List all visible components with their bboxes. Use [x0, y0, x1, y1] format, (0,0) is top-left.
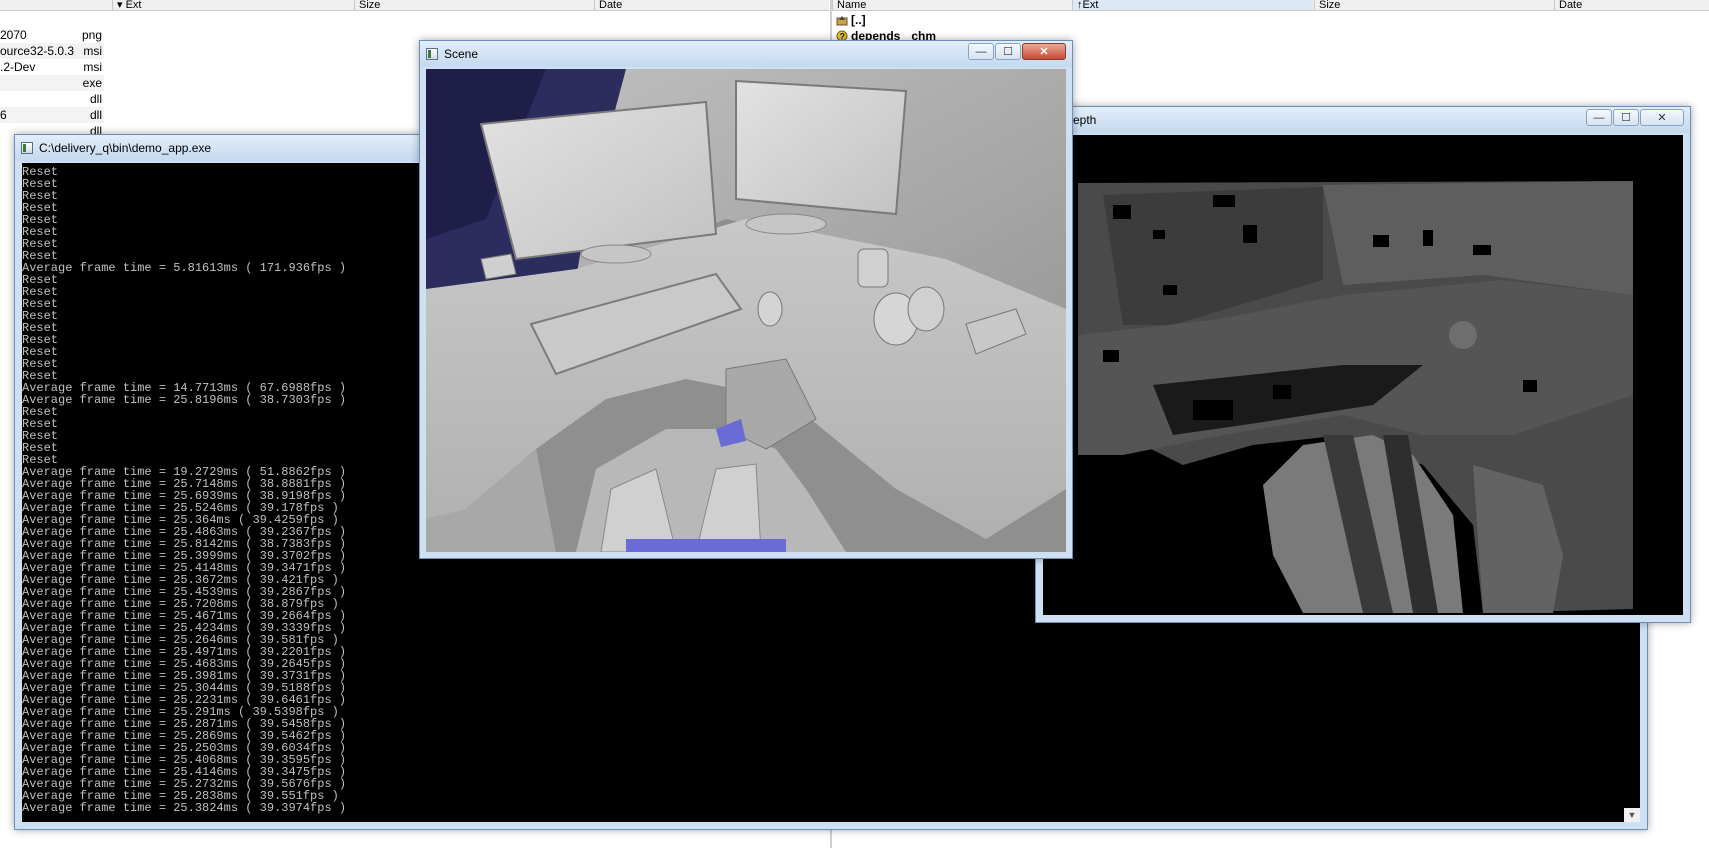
window-controls: — ☐ ✕ — [1585, 109, 1684, 126]
maximize-button[interactable]: ☐ — [1613, 109, 1639, 126]
window-title: epth — [1073, 113, 1097, 127]
scroll-down-arrow-icon[interactable]: ▼ — [1624, 808, 1640, 822]
list-item[interactable]: 6 dll — [0, 107, 104, 123]
list-item[interactable]: .2-Dev msi — [0, 59, 104, 75]
column-date[interactable]: Date — [1554, 0, 1709, 10]
depth-map-image — [1043, 135, 1683, 615]
scene-mesh-render — [426, 69, 1066, 552]
up-folder-icon — [836, 16, 848, 26]
scene-3d-view[interactable] — [426, 69, 1066, 552]
list-item[interactable]: dll — [0, 91, 104, 107]
column-name[interactable]: Name — [832, 0, 1073, 10]
depth-image-view — [1043, 135, 1683, 615]
column-size[interactable]: Size — [1314, 0, 1555, 10]
column-ext[interactable]: ▾ Ext — [112, 0, 357, 10]
depth-titlebar[interactable]: epth — ☐ ✕ — [1036, 107, 1690, 133]
list-item[interactable]: 2070 png — [0, 27, 104, 43]
left-file-list: 2070 png ource32-5.0.3 msi .2-Dev msi exe d… — [0, 27, 104, 139]
scene-window[interactable]: Scene — ☐ ✕ — [419, 40, 1073, 559]
list-item[interactable]: ource32-5.0.3 msi — [0, 43, 104, 59]
column-size[interactable]: Size — [354, 0, 599, 10]
list-item[interactable]: exe — [0, 75, 104, 91]
scene-titlebar[interactable]: Scene — ☐ ✕ — [420, 41, 1072, 67]
depth-window[interactable]: epth — ☐ ✕ — [1035, 106, 1691, 623]
close-button[interactable]: ✕ — [1022, 43, 1066, 60]
list-item[interactable]: [..] — [836, 12, 1036, 28]
column-date[interactable]: Date — [594, 0, 829, 10]
left-panel-header: ▾ Ext Size Date — [0, 0, 829, 11]
window-title: Scene — [444, 47, 479, 61]
window-title: C:\delivery_q\bin\demo_app.exe — [39, 141, 212, 155]
minimize-button[interactable]: — — [968, 43, 994, 60]
column-ext[interactable]: ↑Ext — [1072, 0, 1313, 10]
minimize-button[interactable]: — — [1586, 109, 1612, 126]
scene-app-icon — [426, 48, 438, 60]
maximize-button[interactable]: ☐ — [995, 43, 1021, 60]
close-button[interactable]: ✕ — [1640, 109, 1684, 126]
window-controls: — ☐ ✕ — [967, 43, 1066, 60]
console-app-icon — [21, 142, 33, 154]
right-panel-header: Name ↑Ext Size Date — [832, 0, 1709, 11]
